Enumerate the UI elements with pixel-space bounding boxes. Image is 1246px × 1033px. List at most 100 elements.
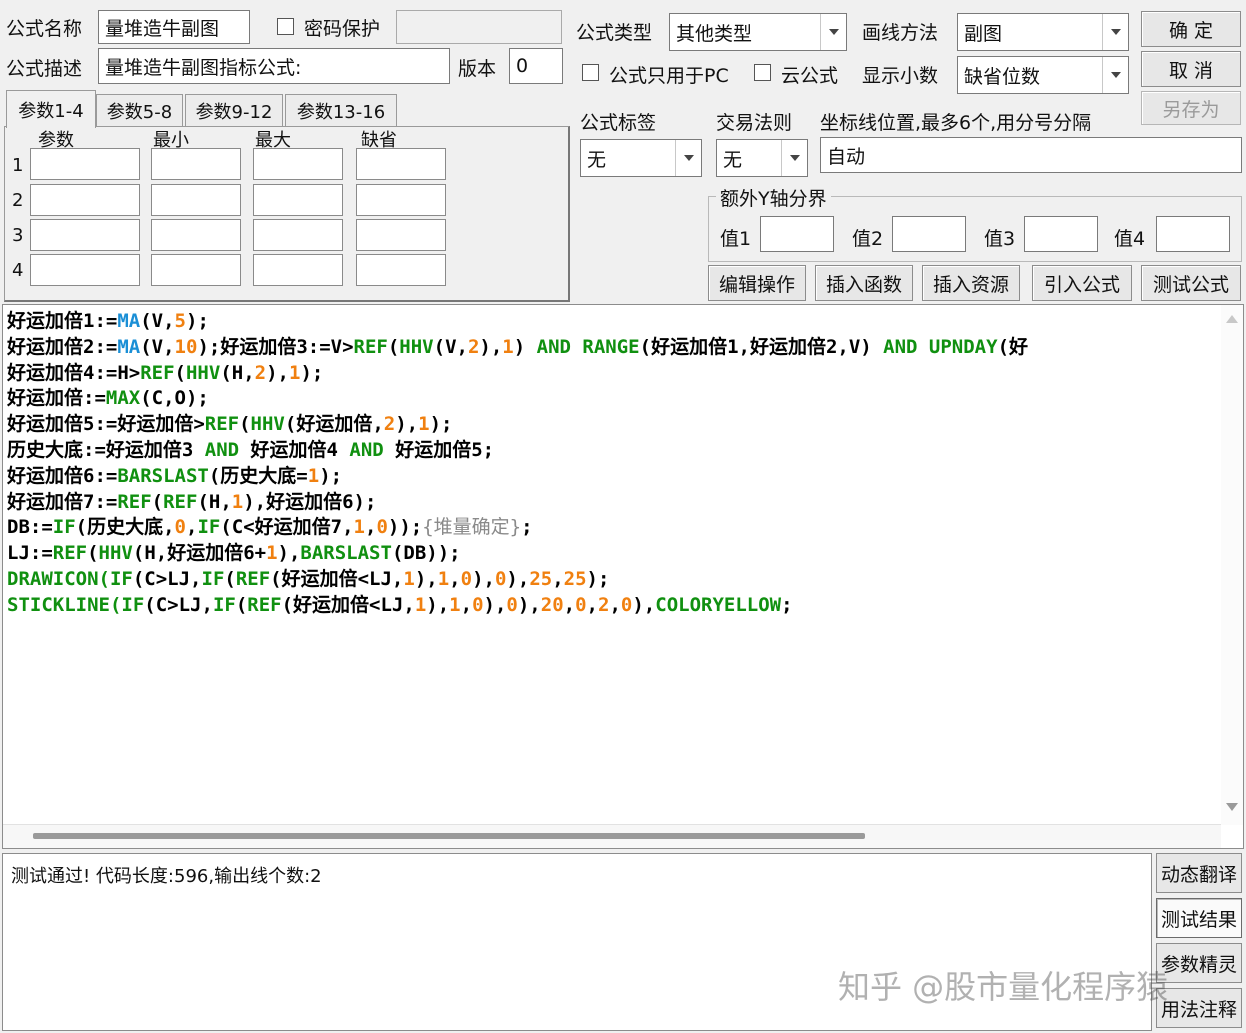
- code-token: (C>LJ,: [144, 593, 213, 616]
- code-token: (V,: [140, 310, 175, 332]
- code-token: STICKLINE: [7, 593, 110, 616]
- y-value-1-label: 值1: [720, 228, 752, 250]
- save-as-button[interactable]: 另存为: [1141, 91, 1241, 125]
- chevron-down-icon[interactable]: [781, 140, 807, 176]
- code-line[interactable]: 好运加倍6:=BARSLAST(历史大底=1);: [7, 464, 1219, 490]
- code-line[interactable]: 好运加倍5:=好运加倍>REF(HHV(好运加倍,2),1);: [7, 412, 1219, 438]
- code-token: MA: [117, 335, 141, 358]
- horizontal-scroll-thumb[interactable]: [33, 833, 865, 839]
- param-wizard-button[interactable]: 参数精灵: [1156, 943, 1242, 983]
- code-token: (好运加倍1,好运加倍2,V): [639, 335, 884, 358]
- param-4-min[interactable]: [151, 254, 241, 286]
- param-1-name[interactable]: [30, 148, 140, 180]
- code-line[interactable]: 好运加倍2:=MA(V,10);好运加倍3:=V>REF(HHV(V,2),1)…: [7, 335, 1219, 361]
- code-token: 0: [174, 516, 186, 539]
- tab-params-9-12[interactable]: 参数9-12: [185, 94, 283, 126]
- code-line[interactable]: LJ:=REF(HHV(H,好运加倍6+1),BARSLAST(DB));: [7, 541, 1219, 567]
- param-3-min[interactable]: [151, 219, 241, 251]
- code-token: 好运加倍:=: [7, 387, 106, 410]
- edit-operation-button[interactable]: 编辑操作: [708, 265, 806, 301]
- trade-rule-select[interactable]: 无: [716, 139, 808, 177]
- code-line[interactable]: 好运加倍7:=REF(REF(H,1),好运加倍6);: [7, 490, 1219, 516]
- code-token: AND: [536, 335, 571, 358]
- horizontal-scrollbar[interactable]: [3, 824, 1221, 848]
- code-token: LJ:=: [7, 542, 53, 565]
- code-token: 好运加倍5:=好运加倍>: [7, 413, 205, 436]
- pc-only-checkbox[interactable]: [582, 64, 599, 81]
- code-line[interactable]: 历史大底:=好运加倍3 AND 好运加倍4 AND 好运加倍5;: [7, 438, 1219, 464]
- code-line[interactable]: STICKLINE(IF(C>LJ,IF(REF(好运加倍<LJ,1),1,0)…: [7, 593, 1219, 619]
- password-checkbox[interactable]: [277, 18, 294, 35]
- code-line[interactable]: 好运加倍:=MAX(C,O);: [7, 386, 1219, 412]
- tag-select[interactable]: 无: [580, 139, 702, 177]
- usage-notes-button[interactable]: 用法注释: [1156, 988, 1242, 1028]
- param-1-max[interactable]: [253, 148, 343, 180]
- code-token: ,: [563, 593, 576, 616]
- tag-label: 公式标签: [580, 112, 657, 134]
- vertical-scrollbar[interactable]: [1221, 305, 1243, 825]
- chevron-down-icon[interactable]: [820, 14, 846, 50]
- insert-resource-button[interactable]: 插入资源: [922, 265, 1020, 301]
- param-4-max[interactable]: [253, 254, 343, 286]
- param-4-default[interactable]: [356, 254, 446, 286]
- formula-type-value: 其他类型: [676, 22, 753, 45]
- param-2-name[interactable]: [30, 184, 140, 216]
- password-input[interactable]: [396, 10, 562, 44]
- coord-input[interactable]: 自动: [820, 137, 1242, 173]
- code-token: (C>LJ,: [132, 567, 202, 590]
- insert-function-button[interactable]: 插入函数: [815, 265, 913, 301]
- chevron-down-icon[interactable]: [1102, 57, 1128, 93]
- param-3-name[interactable]: [30, 219, 140, 251]
- cloud-checkbox[interactable]: [754, 64, 771, 81]
- param-1-min[interactable]: [151, 148, 241, 180]
- chevron-down-icon[interactable]: [675, 140, 701, 176]
- code-token: 好运加倍7:=: [7, 490, 118, 513]
- y-value-2-input[interactable]: [892, 216, 966, 252]
- formula-type-select[interactable]: 其他类型: [669, 13, 847, 51]
- test-formula-button[interactable]: 测试公式: [1141, 265, 1241, 301]
- code-token: ),: [483, 593, 507, 616]
- code-token: 2: [598, 593, 610, 616]
- param-3-max[interactable]: [253, 219, 343, 251]
- param-3-default[interactable]: [356, 219, 446, 251]
- tab-params-5-8[interactable]: 参数5-8: [96, 94, 183, 126]
- chevron-down-icon[interactable]: [1102, 14, 1128, 50]
- code-token: 好运加倍4: [239, 438, 350, 461]
- y-value-4-input[interactable]: [1156, 216, 1230, 252]
- param-2-max[interactable]: [253, 184, 343, 216]
- cancel-button[interactable]: 取 消: [1141, 51, 1241, 87]
- y-value-3-input[interactable]: [1024, 216, 1098, 252]
- code-token: IF: [212, 593, 236, 616]
- param-4-name[interactable]: [30, 254, 140, 286]
- param-1-default[interactable]: [356, 148, 446, 180]
- code-token: 历史大底:=好运加倍3: [7, 438, 205, 461]
- code-token: ),: [277, 542, 301, 565]
- version-input[interactable]: 0: [509, 48, 563, 84]
- test-result-button[interactable]: 测试结果: [1156, 898, 1242, 938]
- code-token: UPNDAY: [928, 335, 998, 358]
- code-line[interactable]: DB:=IF(历史大底,0,IF(C<好运加倍7,1,0));{堆量确定};: [7, 515, 1219, 541]
- import-formula-button[interactable]: 引入公式: [1032, 265, 1132, 301]
- tab-params-13-16[interactable]: 参数13-16: [285, 94, 397, 126]
- code-token: (: [224, 567, 236, 590]
- code-editor[interactable]: 好运加倍1:=MA(V,5); 好运加倍2:=MA(V,10);好运加倍3:=V>…: [2, 304, 1244, 849]
- param-2-min[interactable]: [151, 184, 241, 216]
- code-token: ),好运加倍6);: [243, 490, 377, 513]
- y-value-1-input[interactable]: [760, 216, 834, 252]
- code-line[interactable]: DRAWICON(IF(C>LJ,IF(REF(好运加倍<LJ,1),1,0),…: [7, 567, 1219, 593]
- param-2-default[interactable]: [356, 184, 446, 216]
- decimal-select[interactable]: 缺省位数: [957, 56, 1129, 94]
- code-text[interactable]: 好运加倍1:=MA(V,5); 好运加倍2:=MA(V,10);好运加倍3:=V>…: [7, 309, 1219, 619]
- code-token: 0: [472, 593, 484, 616]
- ok-button[interactable]: 确 定: [1141, 11, 1241, 47]
- tab-params-1-4[interactable]: 参数1-4: [6, 90, 96, 128]
- code-token: HHV: [98, 542, 133, 565]
- formula-desc-input[interactable]: 量堆造牛副图指标公式:: [98, 48, 450, 84]
- scroll-up-icon: [1226, 315, 1238, 323]
- code-line[interactable]: 好运加倍1:=MA(V,5);: [7, 309, 1219, 335]
- formula-name-input[interactable]: 量堆造牛副图: [98, 10, 250, 44]
- dynamic-translate-button[interactable]: 动态翻译: [1156, 853, 1242, 893]
- code-line[interactable]: 好运加倍4:=H>REF(HHV(H,2),1);: [7, 361, 1219, 387]
- code-token: 1: [403, 567, 415, 590]
- draw-method-select[interactable]: 副图: [957, 13, 1129, 51]
